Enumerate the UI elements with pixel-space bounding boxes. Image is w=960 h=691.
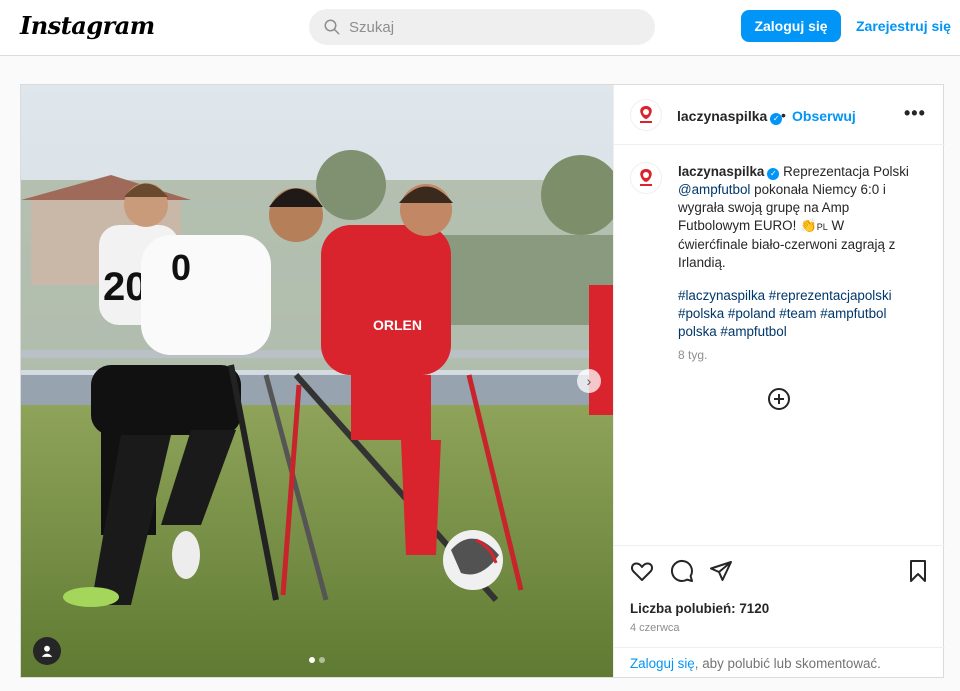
share-icon[interactable] bbox=[709, 559, 733, 583]
svg-text:20: 20 bbox=[103, 265, 148, 309]
heart-icon[interactable] bbox=[630, 559, 654, 583]
carousel-indicator bbox=[309, 657, 325, 663]
flag-pl: PL bbox=[816, 222, 828, 232]
post-header: laczynaspilka ✓ • Obserwuj ••• bbox=[614, 85, 945, 145]
tagged-users-button[interactable] bbox=[33, 637, 61, 665]
svg-text:0: 0 bbox=[171, 247, 191, 288]
caption-text-1: Reprezentacja Polski bbox=[783, 164, 909, 179]
instagram-logo[interactable]: Instagram bbox=[20, 11, 155, 40]
post-time-ago: 8 tyg. bbox=[678, 348, 708, 362]
post-actions: Liczba polubień: 7120 4 czerwca Zaloguj … bbox=[614, 545, 945, 677]
login-prompt: Zaloguj się, aby polubić lub skomentować… bbox=[614, 647, 945, 678]
comment-icon[interactable] bbox=[670, 559, 694, 583]
separator-dot: • bbox=[781, 107, 786, 123]
carousel-dot bbox=[319, 657, 325, 663]
hashtags[interactable]: #laczynaspilka #reprezentacjapolski #pol… bbox=[678, 287, 918, 341]
search-box[interactable] bbox=[309, 9, 655, 45]
svg-text:ORLEN: ORLEN bbox=[373, 317, 422, 333]
next-slide-button[interactable]: › bbox=[577, 369, 601, 393]
add-circle-icon[interactable] bbox=[767, 387, 791, 411]
likes-count[interactable]: Liczba polubień: 7120 bbox=[630, 601, 769, 616]
post-caption: laczynaspilka ✓ Reprezentacja Polski @amp… bbox=[678, 163, 910, 272]
login-button[interactable]: Zaloguj się bbox=[741, 10, 841, 42]
search-icon bbox=[324, 19, 340, 35]
verified-badge-icon: ✓ bbox=[767, 168, 780, 180]
more-options-icon[interactable]: ••• bbox=[904, 103, 926, 124]
follow-button[interactable]: Obserwuj bbox=[792, 108, 856, 124]
search-input[interactable] bbox=[349, 18, 629, 36]
mention-link[interactable]: @ampfutbol bbox=[678, 182, 750, 197]
post-date: 4 czerwca bbox=[630, 622, 680, 634]
amp-football-photo: 20 0 ORLEN bbox=[21, 85, 613, 677]
author-username[interactable]: laczynaspilka ✓ bbox=[677, 108, 783, 125]
login-link[interactable]: Zaloguj się bbox=[630, 656, 695, 671]
login-prompt-text: , aby polubić lub skomentować. bbox=[694, 656, 881, 671]
post-image: 20 0 ORLEN › bbox=[21, 85, 613, 677]
author-name-text: laczynaspilka bbox=[677, 108, 768, 124]
post-sidebar: laczynaspilka ✓ • Obserwuj ••• laczynaspi… bbox=[613, 85, 945, 677]
bookmark-icon[interactable] bbox=[906, 559, 930, 583]
author-avatar[interactable] bbox=[630, 99, 662, 131]
pzpn-logo-icon bbox=[640, 106, 652, 123]
caption-author-avatar[interactable] bbox=[630, 162, 662, 194]
carousel-dot-active bbox=[309, 657, 315, 663]
user-icon bbox=[41, 645, 53, 657]
chevron-right-icon: › bbox=[586, 373, 592, 389]
top-navbar: Instagram Zaloguj się Zarejestruj się bbox=[0, 0, 960, 56]
pzpn-logo-icon bbox=[640, 169, 652, 186]
post-card: 20 0 ORLEN › laczynaspilka ✓ • Obserwuj … bbox=[20, 84, 945, 678]
signup-link[interactable]: Zarejestruj się bbox=[856, 18, 951, 34]
caption-username[interactable]: laczynaspilka bbox=[678, 164, 764, 179]
